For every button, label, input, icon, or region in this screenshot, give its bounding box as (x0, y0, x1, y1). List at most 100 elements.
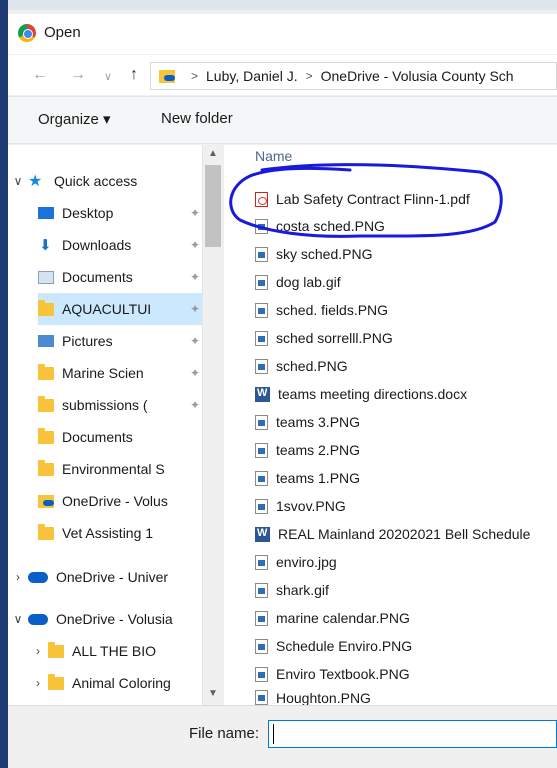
file-item[interactable]: teams 1.PNG (255, 465, 360, 491)
file-item[interactable]: teams 2.PNG (255, 437, 360, 463)
image-file-icon (255, 330, 268, 346)
word-doc-icon (255, 526, 270, 542)
nav-item-label: Pictures (62, 333, 113, 349)
desktop-icon (38, 207, 54, 219)
file-item[interactable]: shark.gif (255, 577, 329, 603)
address-bar[interactable]: > Luby, Daniel J. > OneDrive - Volusia C… (150, 62, 557, 90)
file-name: Schedule Enviro.PNG (276, 638, 413, 654)
file-item[interactable]: marine calendar.PNG (255, 605, 410, 631)
scrollbar-thumb[interactable] (205, 165, 221, 247)
nav-item-onedrive-volusia-pinned[interactable]: OneDrive - Volus (38, 485, 210, 517)
file-item[interactable]: Houghton.PNG (255, 690, 371, 705)
nav-item-label: OneDrive - Univer (56, 569, 169, 585)
nav-item-aquaculture[interactable]: AQUACULTUI ✦ (38, 293, 210, 325)
nav-item-submissions[interactable]: submissions ( ✦ (38, 389, 210, 421)
file-item[interactable]: teams meeting directions.docx (255, 381, 467, 407)
folder-icon (38, 299, 54, 316)
nav-item-label: Marine Scien (62, 365, 144, 381)
forward-arrow-icon[interactable]: → (70, 66, 86, 84)
up-arrow-icon[interactable]: ↑ (130, 66, 138, 84)
expand-chevron-icon[interactable]: › (8, 570, 28, 584)
background-window-edge (0, 0, 8, 768)
file-item[interactable]: teams 3.PNG (255, 409, 360, 435)
file-item[interactable]: Lab Safety Contract Flinn-1.pdf (255, 186, 470, 212)
file-name-input[interactable] (268, 720, 557, 748)
folder-icon (38, 427, 54, 444)
text-caret (273, 724, 274, 744)
image-file-icon (255, 554, 268, 570)
title-bar (8, 14, 557, 54)
nav-item-label: Environmental S (62, 461, 165, 477)
file-item[interactable]: 1svov.PNG (255, 493, 346, 519)
nav-item-label: Vet Assisting 1 (62, 525, 154, 541)
nav-item-desktop[interactable]: Desktop ✦ (38, 197, 210, 229)
expand-chevron-icon[interactable]: › (28, 676, 48, 690)
recent-locations-chevron-icon[interactable]: ∨ (104, 70, 112, 83)
nav-item-label: Downloads (62, 237, 132, 253)
nav-item-onedrive-volusia[interactable]: ∨ OneDrive - Volusia (8, 603, 202, 635)
folder-icon (38, 395, 54, 412)
new-folder-button[interactable]: New folder (161, 110, 233, 127)
image-file-icon (255, 666, 268, 682)
nav-item-quick-access[interactable]: ∨ ★ Quick access (8, 165, 202, 197)
nav-item-marine-science[interactable]: Marine Scien ✦ (38, 357, 210, 389)
image-file-icon (255, 442, 268, 458)
pin-icon: ✦ (189, 302, 200, 316)
file-item[interactable]: Enviro Textbook.PNG (255, 661, 410, 687)
file-name: sched. fields.PNG (276, 302, 389, 318)
nav-item-pictures[interactable]: Pictures ✦ (38, 325, 210, 357)
onedrive-folder-icon (38, 494, 54, 508)
collapse-chevron-icon[interactable]: ∨ (8, 174, 28, 188)
nav-item-animal-coloring[interactable]: › Animal Coloring (28, 667, 210, 699)
pin-icon: ✦ (189, 334, 200, 348)
file-name: REAL Mainland 20202021 Bell Schedule (278, 526, 531, 542)
file-item[interactable]: sched. fields.PNG (255, 297, 388, 323)
nav-item-all-the-bio[interactable]: › ALL THE BIO (28, 635, 210, 667)
file-item[interactable]: sched sorrelll.PNG (255, 325, 393, 351)
file-item[interactable]: dog lab.gif (255, 269, 341, 295)
folder-icon (48, 641, 64, 658)
breadcrumb-item-onedrive[interactable]: OneDrive - Volusia County Sch (321, 68, 514, 84)
image-file-icon (255, 302, 268, 318)
nav-item-label: OneDrive - Volus (62, 493, 168, 509)
file-item[interactable]: costa sched.PNG (255, 213, 385, 239)
image-file-icon (255, 218, 268, 234)
organize-button[interactable]: Organize ▾ (38, 110, 111, 128)
image-file-icon (255, 246, 268, 262)
breadcrumb-item-luby[interactable]: Luby, Daniel J. (206, 68, 298, 84)
file-name: teams meeting directions.docx (278, 386, 468, 402)
collapse-chevron-icon[interactable]: ∨ (8, 612, 28, 626)
file-item[interactable]: REAL Mainland 20202021 Bell Schedule (255, 521, 530, 547)
file-item[interactable]: sched.PNG (255, 353, 348, 379)
file-name: shark.gif (276, 582, 329, 598)
nav-item-label: Animal Coloring (72, 675, 171, 691)
nav-item-documents[interactable]: Documents ✦ (38, 261, 210, 293)
nav-item-documents-folder[interactable]: Documents (38, 421, 210, 453)
nav-item-vet-assisting[interactable]: Vet Assisting 1 (38, 517, 210, 549)
image-file-icon (255, 638, 268, 654)
file-item[interactable]: sky sched.PNG (255, 241, 372, 267)
nav-item-label: ALL THE BIO (72, 643, 157, 659)
pin-icon: ✦ (189, 398, 200, 412)
download-icon (38, 236, 54, 254)
file-item[interactable]: enviro.jpg (255, 549, 337, 575)
nav-item-onedrive-university[interactable]: › OneDrive - Univer (8, 561, 202, 593)
name-column-header[interactable]: Name (255, 148, 292, 164)
back-arrow-icon[interactable]: ← (32, 66, 48, 84)
nav-item-environmental[interactable]: Environmental S (38, 453, 210, 485)
star-icon: ★ (28, 173, 43, 190)
nav-item-downloads[interactable]: Downloads ✦ (38, 229, 210, 261)
pin-icon: ✦ (189, 366, 200, 380)
expand-chevron-icon[interactable]: › (28, 644, 48, 658)
breadcrumb-separator: > (191, 69, 199, 83)
scroll-up-arrow-icon[interactable]: ▲ (208, 148, 218, 159)
word-doc-icon (255, 386, 270, 402)
scroll-down-arrow-icon[interactable]: ▼ (208, 688, 218, 699)
chrome-icon (18, 24, 36, 42)
nav-item-label: Documents (62, 429, 133, 445)
file-item[interactable]: Schedule Enviro.PNG (255, 633, 412, 659)
breadcrumb-separator: > (305, 69, 313, 83)
pin-icon: ✦ (189, 238, 200, 252)
onedrive-cloud-icon (28, 571, 48, 583)
file-name: sched.PNG (276, 358, 348, 374)
